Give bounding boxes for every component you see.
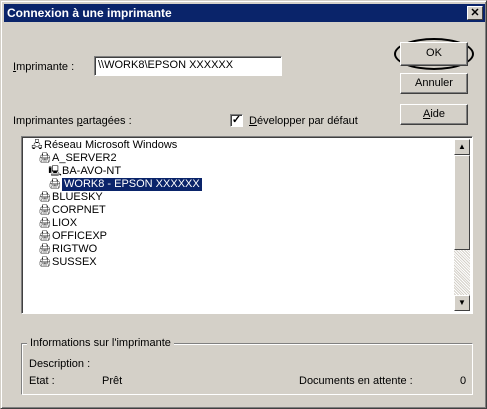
expand-default-checkbox[interactable]: ✓ xyxy=(230,114,243,127)
tree-item[interactable]: 🖧Réseau Microsoft Windows xyxy=(24,139,454,152)
scroll-down-arrow-icon[interactable]: ▼ xyxy=(454,295,470,311)
tree-item[interactable]: 🖨SUSSEX xyxy=(24,256,454,269)
tree-item-label: SUSSEX xyxy=(52,256,97,268)
status-label: Etat : xyxy=(29,375,55,387)
tree-item[interactable]: 🖨OFFICEXP xyxy=(24,230,454,243)
queue-label: Documents en attente : xyxy=(299,375,413,387)
tree-item[interactable]: 🖨 WORK8 - EPSON XXXXXX xyxy=(24,178,454,191)
tree-item[interactable]: 🖨LIOX xyxy=(24,217,454,230)
tree-item-label: OFFICEXP xyxy=(52,230,108,242)
tree-rows: 🖧Réseau Microsoft Windows 🖨A_SERVER2 🖳BA-A… xyxy=(24,139,454,311)
tree-item[interactable]: 🖨CORPNET xyxy=(24,204,454,217)
close-button[interactable]: ✕ xyxy=(467,6,483,20)
printer-icon: 🖨 xyxy=(38,153,52,164)
tree-item[interactable]: 🖳BA-AVO-NT xyxy=(24,165,454,178)
tree-item-label: BA-AVO-NT xyxy=(62,165,122,177)
tree-item[interactable]: 🖨BLUESKY xyxy=(24,191,454,204)
printer-icon: 🖨 xyxy=(38,257,52,268)
printer-icon: 🖨 xyxy=(38,231,52,242)
tree-item-label: WORK8 - EPSON XXXXXX xyxy=(62,178,202,191)
computer-icon: 🖳 xyxy=(48,166,62,177)
printer-path-input[interactable]: \\WORK8\EPSON XXXXXX xyxy=(94,56,282,76)
description-label: Description : xyxy=(29,358,91,370)
connect-printer-dialog: Connexion à une imprimante ✕ Imprimante … xyxy=(0,0,487,409)
tree-item-label: Réseau Microsoft Windows xyxy=(44,139,178,151)
window-title: Connexion à une imprimante xyxy=(7,6,172,20)
tree-item[interactable]: 🖨RIGTWO xyxy=(24,243,454,256)
cancel-button[interactable]: Annuler xyxy=(400,73,468,94)
tree-item-label: A_SERVER2 xyxy=(52,152,117,164)
shared-printers-tree[interactable]: 🖧Réseau Microsoft Windows 🖨A_SERVER2 🖳BA-A… xyxy=(21,136,473,314)
queue-value: 0 xyxy=(460,375,467,387)
help-button[interactable]: Aide xyxy=(400,104,468,125)
vertical-scrollbar[interactable]: ▲ ▼ xyxy=(454,139,470,311)
tree-item-label: BLUESKY xyxy=(52,191,103,203)
printer-icon: 🖨 xyxy=(38,205,52,216)
printer-icon: 🖨 xyxy=(38,244,52,255)
expand-default-label[interactable]: Développer par défaut xyxy=(249,115,358,127)
tree-item-label: RIGTWO xyxy=(52,243,98,255)
printer-icon: 🖨 xyxy=(38,218,52,229)
status-value: Prêt xyxy=(102,375,123,387)
shared-printers-label: Imprimantes partagées : xyxy=(13,115,132,127)
printer-icon: 🖨 xyxy=(48,179,62,190)
scroll-up-arrow-icon[interactable]: ▲ xyxy=(454,139,470,155)
printer-info-title: Informations sur l'imprimante xyxy=(27,337,174,349)
scroll-thumb[interactable] xyxy=(454,155,470,250)
ok-button[interactable]: OK xyxy=(400,42,468,66)
printer-label: Imprimante : xyxy=(13,61,75,73)
tree-item-label: LIOX xyxy=(52,217,78,229)
network-icon: 🖧 xyxy=(31,140,43,151)
printer-icon: 🖨 xyxy=(38,192,52,203)
title-bar: Connexion à une imprimante ✕ xyxy=(4,4,485,22)
tree-item-label: CORPNET xyxy=(52,204,106,216)
tree-item[interactable]: 🖨A_SERVER2 xyxy=(24,152,454,165)
